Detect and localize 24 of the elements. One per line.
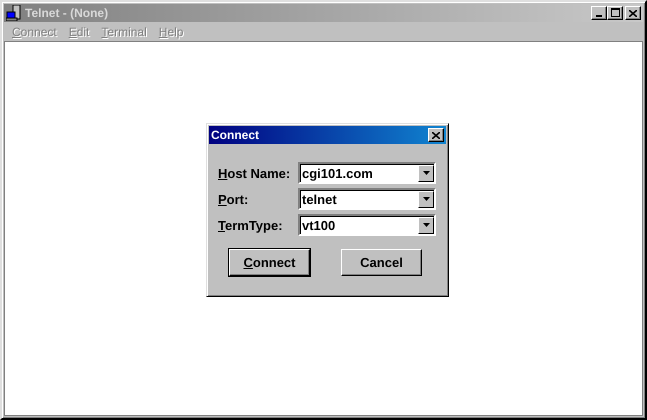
field-label: Port:: [218, 192, 250, 206]
dialog-button[interactable]: Connect: [229, 249, 310, 276]
field-label: TermType:: [218, 218, 284, 232]
window-title: Telnet - (None): [25, 6, 108, 20]
dialog-title: Connect: [211, 128, 259, 142]
close-button[interactable]: [625, 6, 641, 20]
computer-icon: [6, 5, 22, 21]
close-icon: [629, 10, 637, 16]
caret-icon: [422, 223, 430, 227]
maximize-icon: [610, 8, 620, 17]
field-label: Host Name:: [218, 166, 292, 180]
maximize-button[interactable]: [607, 6, 623, 20]
dropdown-button[interactable]: [418, 164, 434, 182]
close-icon: [432, 132, 440, 138]
combo-box[interactable]: telnet: [298, 188, 436, 210]
close-button[interactable]: [428, 128, 444, 142]
caret-icon: [422, 197, 430, 201]
caret-icon: [422, 171, 430, 175]
dropdown-button[interactable]: [418, 216, 434, 234]
dropdown-button[interactable]: [418, 190, 434, 208]
dialog-button[interactable]: Cancel: [341, 249, 422, 276]
combo-box[interactable]: cgi101.com: [298, 162, 436, 184]
minimize-button[interactable]: [591, 6, 607, 20]
combo-box[interactable]: vt100: [298, 214, 436, 236]
